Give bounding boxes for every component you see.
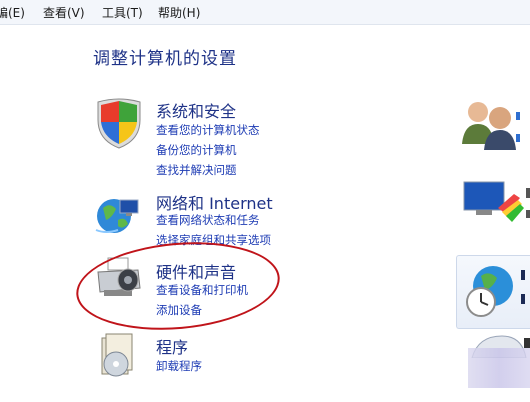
- link-backup-computer[interactable]: 备份您的计算机: [156, 142, 237, 158]
- shield-icon[interactable]: [94, 96, 144, 154]
- users-icon[interactable]: [460, 98, 520, 154]
- menu-tools[interactable]: 工具(T): [102, 4, 143, 21]
- network-icon[interactable]: [92, 190, 142, 244]
- annotation-circle: [72, 234, 284, 338]
- menu-view[interactable]: 查看(V): [43, 4, 85, 21]
- appearance-icon[interactable]: [462, 178, 530, 228]
- page-title: 调整计算机的设置: [93, 49, 237, 69]
- programs-icon[interactable]: [96, 332, 140, 384]
- clock-globe-icon: [463, 262, 525, 324]
- menu-bar: 编(E) 查看(V) 工具(T) 帮助(H): [0, 0, 530, 25]
- menu-help[interactable]: 帮助(H): [158, 4, 200, 21]
- category-title-network-internet[interactable]: 网络和 Internet: [156, 190, 273, 214]
- link-uninstall-program[interactable]: 卸载程序: [156, 358, 202, 374]
- menu-edit[interactable]: 编(E): [0, 4, 25, 21]
- category-title-system-security[interactable]: 系统和安全: [156, 98, 236, 122]
- link-view-computer-status[interactable]: 查看您的计算机状态: [156, 122, 260, 138]
- link-find-fix-problems[interactable]: 查找并解决问题: [156, 162, 237, 178]
- clock-language-region-panel[interactable]: [456, 255, 530, 329]
- blurred-region: [468, 348, 530, 388]
- link-view-network-status[interactable]: 查看网络状态和任务: [156, 212, 260, 228]
- category-title-programs[interactable]: 程序: [156, 334, 188, 358]
